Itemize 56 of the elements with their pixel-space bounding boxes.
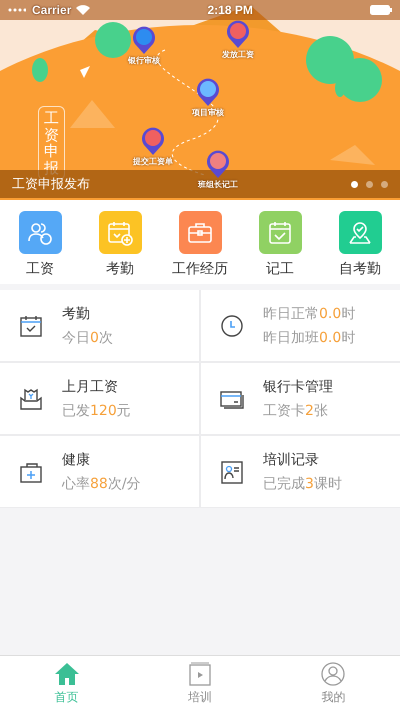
rock-drawing bbox=[70, 100, 115, 128]
card-detail: 工资卡2张 bbox=[263, 402, 329, 420]
info-card[interactable]: 培训记录 已完成3课时 bbox=[201, 436, 400, 507]
certificate-icon bbox=[219, 458, 245, 484]
milestone-label: 银行审核 bbox=[128, 55, 160, 66]
page-dot[interactable] bbox=[381, 180, 388, 188]
info-card[interactable]: 考勤 今日 0次 bbox=[0, 290, 199, 361]
home-icon bbox=[54, 660, 80, 686]
shortcut-label: 记工 bbox=[266, 260, 294, 278]
map-pin-icon bbox=[226, 20, 250, 48]
map-pin-icon bbox=[196, 78, 220, 106]
tree-drawing bbox=[95, 22, 131, 58]
tab-item[interactable]: 培训 bbox=[133, 656, 267, 710]
tree-drawing bbox=[32, 58, 48, 82]
card-detail: 昨日加班0.0时 bbox=[263, 328, 356, 346]
clock-icon bbox=[219, 312, 245, 338]
milestone-label: 发放工资 bbox=[222, 49, 254, 60]
card-title: 培训记录 bbox=[263, 450, 320, 468]
milestone-label: 提交工资单 bbox=[133, 156, 173, 167]
shortcut-label: 工作经历 bbox=[172, 260, 228, 278]
map-pin-icon bbox=[132, 26, 156, 54]
battery-icon bbox=[370, 5, 392, 15]
card-detail: 已完成3课时 bbox=[263, 474, 342, 492]
status-time: 2:18 PM bbox=[208, 3, 253, 17]
user-icon bbox=[320, 660, 346, 686]
shortcut-item[interactable]: 工资 bbox=[0, 211, 80, 278]
signal-icon bbox=[8, 8, 26, 12]
paper-plane-icon bbox=[80, 66, 90, 78]
shortcut-item[interactable]: 记工 bbox=[240, 211, 320, 278]
card-title: 考勤 bbox=[62, 304, 91, 322]
card-title: 上月工资 bbox=[62, 378, 119, 396]
card-title: 健康 bbox=[62, 450, 91, 468]
carrier-name: Carrier bbox=[32, 3, 72, 17]
card-detail: 昨日正常 0.0时 bbox=[263, 304, 356, 322]
page-dot[interactable] bbox=[351, 180, 358, 188]
tab-item[interactable]: 我的 bbox=[266, 656, 400, 710]
shortcut-item[interactable]: 自考勤 bbox=[320, 211, 400, 278]
info-card[interactable]: 银行卡管理 工资卡2张 bbox=[201, 363, 400, 434]
milestone-label: 班组长记工 bbox=[198, 179, 238, 190]
shortcut-item[interactable]: 考勤 bbox=[80, 211, 160, 278]
card-detail: 已发120元 bbox=[62, 402, 131, 420]
shortcut-label: 考勤 bbox=[106, 260, 134, 278]
info-card[interactable]: 健康 心率88次/分 bbox=[0, 436, 199, 507]
rock-drawing bbox=[330, 145, 375, 165]
info-card[interactable]: 上月工资 已发120元 bbox=[0, 363, 199, 434]
card-detail: 今日 0次 bbox=[62, 328, 113, 346]
wifi-icon bbox=[76, 5, 90, 15]
shortcut-label: 自考勤 bbox=[339, 260, 381, 278]
card-detail: 心率88次/分 bbox=[62, 474, 141, 492]
video-icon bbox=[186, 660, 213, 686]
milestone-label: 项目审核 bbox=[192, 107, 224, 118]
card-title: 银行卡管理 bbox=[263, 378, 333, 396]
page-dot[interactable] bbox=[366, 180, 373, 188]
shortcut-item[interactable]: 工作经历 bbox=[160, 211, 240, 278]
map-pin-icon bbox=[141, 127, 165, 155]
shortcut-label: 工资 bbox=[26, 260, 54, 278]
